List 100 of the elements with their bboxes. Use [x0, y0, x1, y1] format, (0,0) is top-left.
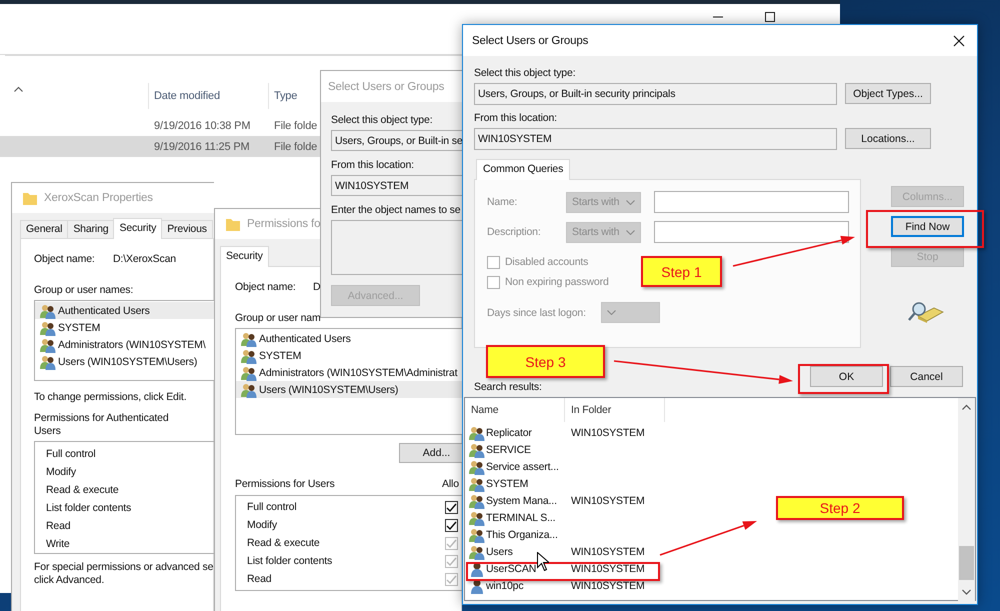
result-folder: WIN10SYSTEM	[571, 426, 645, 438]
step-callout: Step 1	[641, 256, 722, 287]
checkbox[interactable]	[487, 256, 500, 268]
group-icon	[469, 442, 485, 458]
hint-text: For special permissions or advanced se click Advanced.	[34, 561, 213, 587]
step-callout: Step 2	[776, 496, 904, 520]
chevron-down-icon	[607, 310, 616, 315]
checkbox[interactable]	[445, 572, 458, 586]
group-icon	[469, 492, 485, 508]
checkbox[interactable]	[445, 518, 458, 532]
tab[interactable]: Security	[220, 246, 269, 267]
scrollbar[interactable]	[958, 398, 975, 601]
result-name: win10pc	[486, 580, 524, 592]
checkbox-label: Disabled accounts	[505, 256, 588, 268]
chevron-down-icon	[626, 230, 635, 234]
ok-button[interactable]: OK	[810, 366, 883, 387]
group-icon	[40, 354, 56, 370]
list-item[interactable]: Authenticated Users	[236, 330, 462, 347]
result-folder: WIN10SYSTEM	[571, 494, 645, 506]
chevron-down-icon	[626, 200, 635, 204]
permission-name: Write	[45, 537, 71, 552]
maximize-icon[interactable]	[765, 12, 775, 22]
permission-name: Read & execute	[45, 483, 120, 498]
file-type: File folde	[274, 140, 318, 152]
group-icon	[469, 544, 485, 560]
permission-name: Full control	[45, 447, 97, 462]
tab[interactable]: Security	[113, 218, 162, 239]
group-icon	[241, 330, 257, 346]
location-field[interactable]: WIN10SYSTEM	[331, 175, 462, 196]
field-label: Select this object type:	[331, 113, 434, 128]
file-row[interactable]: 9/19/2016 11:25 PM File folde	[0, 136, 320, 157]
field-label: From this location:	[331, 158, 415, 173]
object-names-field[interactable]	[331, 220, 462, 275]
field-label: Object name:	[34, 253, 96, 265]
window-title: Select Users or Groups	[328, 80, 444, 92]
list-item[interactable]: SYSTEM	[236, 347, 462, 364]
field-label: Permissions for Users	[235, 478, 336, 490]
group-icon	[241, 348, 257, 364]
side-button[interactable]: Find Now	[891, 216, 964, 237]
permission-name: Read & execute	[246, 537, 321, 549]
description-field[interactable]	[654, 221, 849, 243]
location-field[interactable]: WIN10SYSTEM	[474, 128, 837, 150]
column-header[interactable]: Name	[465, 398, 565, 422]
object-name: D:\XeroxScan	[113, 253, 176, 265]
field-label: Group or user nam	[235, 311, 322, 326]
date-modified: 9/19/2016 10:38 PM	[154, 120, 250, 132]
window-title: Permissions fo	[247, 218, 320, 230]
list-item[interactable]: Administrators (WIN10SYSTEM\	[35, 336, 214, 353]
list-item[interactable]: SYSTEM	[35, 319, 214, 336]
tab[interactable]: Previous	[161, 220, 213, 238]
group-icon	[469, 476, 485, 492]
window-title: XeroxScan Properties	[44, 192, 153, 204]
group-icon	[241, 364, 257, 380]
result-folder: WIN10SYSTEM	[571, 546, 645, 558]
cancel-button[interactable]: Cancel	[890, 366, 963, 387]
result-row[interactable]: Service assert...	[465, 458, 665, 475]
result-row[interactable]: Users WIN10SYSTEM	[465, 543, 665, 560]
list-item[interactable]: Administrators (WIN10SYSTEM\Administrat	[236, 364, 462, 381]
group-icon	[40, 302, 56, 318]
cursor-icon	[537, 552, 549, 571]
list-item[interactable]: Users (WIN10SYSTEM\Users)	[35, 353, 214, 370]
object-types-button[interactable]: Object Types...	[845, 83, 931, 104]
result-row[interactable]: This Organiza...	[465, 526, 665, 543]
group-icon	[469, 424, 485, 440]
object-type-field[interactable]: Users, Groups, or Built-in se	[331, 130, 462, 151]
list-item[interactable]: Users (WIN10SYSTEM\Users)	[236, 381, 462, 398]
checkbox[interactable]	[487, 276, 500, 288]
close-icon[interactable]	[953, 34, 965, 46]
tab[interactable]: Common Queries	[476, 159, 570, 180]
list-item[interactable]: Authenticated Users	[35, 302, 214, 319]
field-label: Enter the object names to se	[331, 203, 462, 218]
tab[interactable]: General	[20, 220, 68, 238]
group-icon	[241, 382, 257, 398]
result-row[interactable]: SERVICE	[465, 441, 665, 458]
object-type-field[interactable]: Users, Groups, or Built-in security principals	[474, 83, 837, 105]
field-label: Group or user names:	[34, 283, 134, 298]
result-row[interactable]: SYSTEM	[465, 475, 665, 492]
checkbox[interactable]	[445, 554, 458, 568]
result-row[interactable]: win10pc WIN10SYSTEM	[465, 577, 665, 594]
permission-name: Modify	[246, 519, 278, 531]
result-folder: WIN10SYSTEM	[571, 580, 645, 592]
field-label: Description:	[487, 226, 542, 238]
result-name: This Organiza...	[486, 528, 558, 540]
sort-caret-icon[interactable]	[14, 86, 23, 92]
locations-button[interactable]: Locations...	[845, 128, 931, 149]
result-name: SERVICE	[486, 444, 531, 456]
file-row[interactable]: 9/19/2016 10:38 PM File folde	[0, 115, 320, 136]
name-field[interactable]	[654, 191, 849, 213]
result-row[interactable]: UserSCAN WIN10SYSTEM	[465, 560, 665, 577]
column-header[interactable]: In Folder	[565, 398, 665, 422]
checkbox[interactable]	[445, 500, 458, 514]
group-icon	[40, 320, 56, 336]
search-icon	[908, 300, 944, 324]
result-row[interactable]: Replicator WIN10SYSTEM	[465, 424, 665, 441]
result-name: UserSCAN	[486, 562, 536, 574]
add-button[interactable]: Add...	[399, 443, 462, 463]
column-header[interactable]: Date modified	[148, 83, 268, 109]
checkbox[interactable]	[445, 536, 458, 550]
result-row[interactable]: TERMINAL S...	[465, 509, 665, 526]
result-row[interactable]: System Mana... WIN10SYSTEM	[465, 492, 665, 509]
